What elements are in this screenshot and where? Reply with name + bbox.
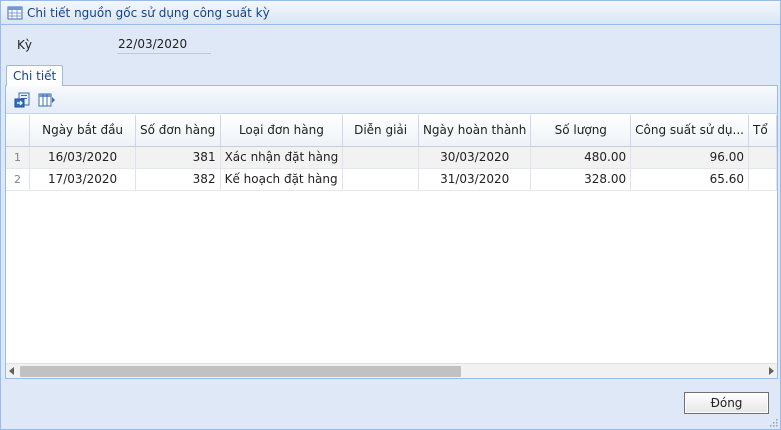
close-button[interactable]: Đóng — [684, 392, 769, 414]
cell-capacity[interactable]: 96.00 — [630, 146, 749, 169]
title-bar[interactable]: Chi tiết nguồn gốc sử dụng công suất kỳ — [1, 1, 780, 25]
col-quantity[interactable]: Số lượng — [530, 115, 632, 147]
dialog-footer: Đóng — [1, 379, 780, 429]
cell-start-date[interactable]: 17/03/2020 — [29, 168, 136, 191]
scrollbar-thumb[interactable] — [20, 366, 461, 377]
table-window-icon — [7, 6, 23, 20]
row-number: 1 — [6, 146, 31, 169]
cell-order-type[interactable]: Kế hoạch đặt hàng — [220, 168, 344, 191]
scroll-left-icon[interactable] — [9, 367, 14, 375]
cell-team[interactable] — [748, 146, 777, 169]
export-icon — [14, 92, 30, 107]
detail-table: Ngày bắt đầu Số đơn hàng Loại đơn hàng D… — [6, 115, 777, 191]
period-label: Kỳ — [17, 38, 32, 52]
detail-panel: Ngày bắt đầu Số đơn hàng Loại đơn hàng D… — [5, 86, 778, 379]
cell-team[interactable] — [748, 168, 777, 191]
grid-toolbar — [6, 86, 777, 114]
column-chooser-icon — [38, 93, 55, 106]
row-number: 2 — [6, 168, 31, 191]
cell-quantity[interactable]: 480.00 — [530, 146, 632, 169]
cell-order-no[interactable]: 382 — [135, 168, 221, 191]
tab-chi-tiet[interactable]: Chi tiết — [6, 65, 64, 87]
table-row[interactable]: 1 16/03/2020 381 Xác nhận đặt hàng 30/03… — [6, 146, 777, 169]
col-order-type[interactable]: Loại đơn hàng — [220, 115, 344, 147]
cell-finish-date[interactable]: 30/03/2020 — [418, 146, 532, 169]
cell-order-type[interactable]: Xác nhận đặt hàng — [220, 146, 344, 169]
cell-start-date[interactable]: 16/03/2020 — [29, 146, 136, 169]
resize-grip-icon[interactable] — [768, 417, 778, 427]
dialog-window: Chi tiết nguồn gốc sử dụng công suất kỳ … — [0, 0, 781, 430]
cell-capacity[interactable]: 65.60 — [630, 168, 749, 191]
cell-quantity[interactable]: 328.00 — [530, 168, 632, 191]
period-value: 22/03/2020 — [117, 37, 211, 54]
cell-description[interactable] — [342, 168, 419, 191]
header-row: Ngày bắt đầu Số đơn hàng Loại đơn hàng D… — [6, 115, 777, 147]
col-order-no[interactable]: Số đơn hàng — [135, 115, 221, 147]
scroll-right-icon[interactable] — [769, 367, 774, 375]
cell-description[interactable] — [342, 146, 419, 169]
horizontal-scrollbar[interactable] — [6, 363, 777, 378]
window-title: Chi tiết nguồn gốc sử dụng công suất kỳ — [27, 5, 270, 20]
table-row[interactable]: 2 17/03/2020 382 Kế hoạch đặt hàng 31/03… — [6, 168, 777, 191]
col-row-number — [6, 115, 31, 147]
cell-order-no[interactable]: 381 — [135, 146, 221, 169]
col-team[interactable]: Tổ — [748, 115, 777, 147]
col-capacity[interactable]: Công suất sử dụ... — [630, 115, 749, 147]
col-description[interactable]: Diễn giải — [342, 115, 419, 147]
export-button[interactable] — [12, 90, 34, 110]
cell-finish-date[interactable]: 31/03/2020 — [418, 168, 532, 191]
tab-strip: Chi tiết — [5, 64, 778, 87]
column-chooser-button[interactable] — [36, 90, 58, 110]
col-finish-date[interactable]: Ngày hoàn thành — [418, 115, 532, 147]
period-row: Kỳ 22/03/2020 — [1, 26, 780, 64]
detail-grid[interactable]: Ngày bắt đầu Số đơn hàng Loại đơn hàng D… — [6, 115, 777, 363]
col-start-date[interactable]: Ngày bắt đầu — [29, 115, 136, 147]
